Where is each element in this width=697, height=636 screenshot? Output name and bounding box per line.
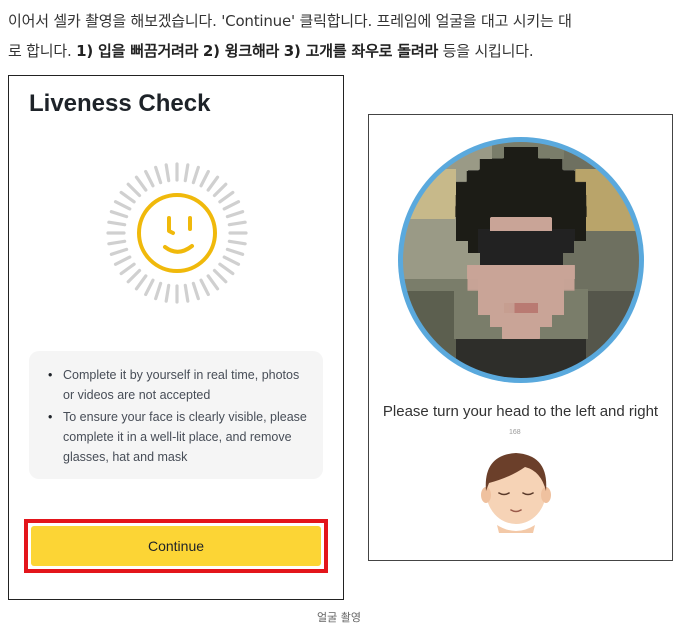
pixelated-face-photo: [398, 137, 644, 383]
scan-tick: [144, 169, 155, 188]
turn-head-instruction: Please turn your head to the left and ri…: [382, 403, 659, 420]
paragraph-line-2-end: 등을 시킵니다.: [438, 42, 534, 60]
scan-tick: [225, 210, 245, 219]
highlight-box: Continue: [24, 519, 328, 573]
scan-tick: [113, 255, 132, 266]
scan-tick: [144, 278, 155, 297]
scan-tick: [164, 283, 171, 303]
scan-tick: [183, 283, 190, 303]
scan-tick: [113, 200, 132, 211]
step-2: 2) 윙크해라: [202, 42, 280, 60]
instructions-box: Complete it by yourself in real time, ph…: [29, 351, 323, 479]
scan-tick: [119, 190, 136, 204]
scan-tick: [199, 169, 210, 188]
scan-tick: [222, 200, 241, 211]
paragraph-line-2-start: 로 합니다.: [8, 42, 77, 60]
scan-tick: [199, 278, 210, 297]
step-1: 1) 입을 뻐끔거려라: [76, 42, 199, 60]
continue-button[interactable]: Continue: [31, 526, 321, 566]
scan-tick: [212, 182, 228, 198]
scan-tick: [134, 274, 148, 291]
scan-tick: [154, 165, 163, 185]
scan-tick: [107, 239, 127, 246]
scan-tick: [183, 163, 190, 183]
scan-tick: [126, 182, 142, 198]
scan-tick: [222, 255, 241, 266]
scan-tick: [218, 262, 235, 276]
face-scan-icon: [106, 162, 248, 304]
face-capture-screenshot: Please turn your head to the left and ri…: [368, 114, 673, 561]
liveness-check-screenshot: Liveness Check Complete it by yourself i…: [8, 75, 344, 600]
scan-tick: [212, 268, 228, 284]
paragraph-line-1: 이어서 셀카 촬영을 해보겠습니다. 'Continue' 클릭합니다. 프레임…: [8, 12, 572, 30]
scan-tick: [109, 247, 129, 256]
scan-tick: [225, 247, 245, 256]
small-label: 168: [509, 429, 521, 436]
step-3: 3) 고개를 좌우로 돌려라: [283, 42, 439, 60]
liveness-title: Liveness Check: [29, 90, 211, 117]
scan-tick: [227, 239, 247, 246]
instruction-item: To ensure your face is clearly visible, …: [43, 407, 311, 467]
scan-tick: [107, 220, 127, 227]
article-paragraph: 이어서 셀카 촬영을 해보겠습니다. 'Continue' 클릭합니다. 프레임…: [8, 6, 692, 66]
scan-tick: [191, 165, 200, 185]
scan-tick: [218, 190, 235, 204]
scan-tick: [191, 281, 200, 301]
instruction-item: Complete it by yourself in real time, ph…: [43, 365, 311, 405]
scan-tick: [164, 163, 171, 183]
image-caption: 얼굴 촬영: [317, 611, 361, 624]
scan-tick: [119, 262, 136, 276]
scan-tick: [227, 220, 247, 227]
scan-tick: [154, 281, 163, 301]
scan-tick: [126, 268, 142, 284]
scan-tick: [206, 274, 220, 291]
scan-tick: [134, 175, 148, 192]
head-turn-illustration: [481, 453, 551, 533]
scan-tick: [109, 210, 129, 219]
scan-tick: [206, 175, 220, 192]
